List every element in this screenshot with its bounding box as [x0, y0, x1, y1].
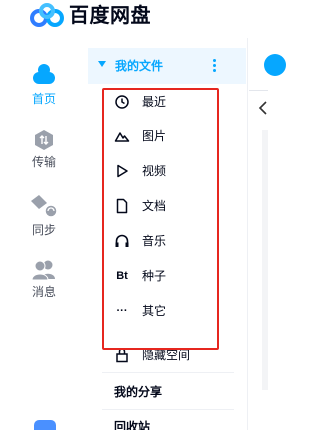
caret-down-icon[interactable]	[98, 61, 106, 67]
category-label: 文档	[142, 199, 167, 213]
nav-item-sync[interactable]: 同步	[8, 193, 80, 237]
category-other[interactable]: ··· 其它	[102, 299, 242, 323]
category-label: 种子	[142, 269, 167, 283]
category-torrents[interactable]: Bt 种子	[102, 264, 242, 288]
category-label: 音乐	[142, 234, 167, 248]
transfer-icon	[35, 130, 53, 150]
category-label: 隐藏空间	[142, 348, 191, 362]
scrollbar[interactable]	[262, 130, 268, 390]
ellipsis-icon: ···	[116, 305, 128, 317]
category-recent[interactable]: 最近	[102, 90, 242, 114]
nav-item-transfer[interactable]: 传输	[8, 129, 80, 169]
category-label: 图片	[142, 129, 167, 143]
my-share-link[interactable]: 我的分享	[114, 384, 162, 400]
title-bar: 百度网盘	[0, 0, 268, 38]
more-vertical-icon[interactable]	[210, 57, 218, 75]
document-icon	[116, 198, 128, 214]
nav-item-label: 消息	[31, 285, 56, 299]
category-label: 最近	[142, 95, 167, 109]
recycle-bin-link[interactable]: 回收站	[114, 419, 150, 430]
category-hidden-space[interactable]: 隐藏空间	[102, 343, 242, 367]
play-icon	[117, 164, 128, 178]
category-label: 其它	[142, 304, 167, 318]
nav-item-label: 传输	[31, 155, 56, 169]
my-files-label: 我的文件	[115, 59, 164, 73]
back-arrow-icon[interactable]	[258, 100, 268, 116]
my-files-header[interactable]: 我的文件	[88, 48, 246, 84]
nav-item-home[interactable]: 首页	[8, 62, 80, 106]
lock-icon	[116, 348, 128, 363]
headphones-icon	[115, 234, 129, 247]
divider	[249, 90, 268, 91]
mountain-icon	[114, 132, 130, 142]
divider	[102, 372, 234, 373]
nav-item-label: 首页	[31, 92, 56, 106]
avatar[interactable]	[264, 54, 286, 76]
folder-panel: 我的文件 最近 图片 视频 文档 音乐 Bt 种子 ··· 其它 隐藏空间 我的…	[88, 38, 248, 430]
clock-icon	[115, 95, 129, 109]
cloud-icon	[33, 64, 55, 84]
category-label: 视频	[142, 164, 167, 178]
contacts-icon	[31, 260, 55, 281]
category-videos[interactable]: 视频	[102, 159, 242, 183]
baidu-netdisk-logo	[30, 3, 64, 27]
app-icon[interactable]	[34, 420, 56, 430]
category-music[interactable]: 音乐	[102, 229, 242, 253]
bt-icon: Bt	[116, 270, 128, 282]
sync-icon	[31, 195, 58, 218]
category-images[interactable]: 图片	[102, 124, 242, 148]
nav-item-label: 同步	[31, 223, 56, 237]
divider	[102, 409, 234, 410]
nav-item-messages[interactable]: 消息	[8, 259, 80, 299]
category-documents[interactable]: 文档	[102, 194, 242, 218]
app-title: 百度网盘	[69, 5, 151, 27]
